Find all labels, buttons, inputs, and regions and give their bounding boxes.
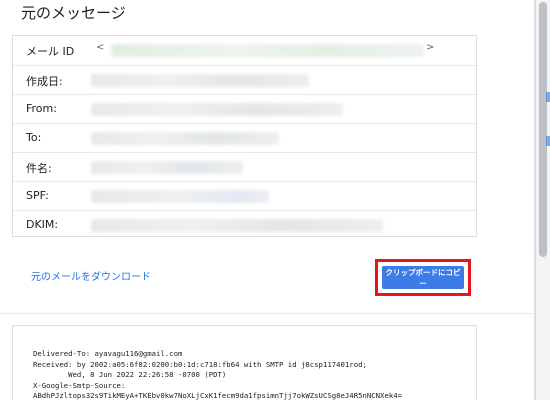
meta-row-to: To: (13, 123, 476, 152)
message-metadata-table: メール ID < > 作成日: From: To: 件名: SPF: DKIM: (12, 35, 477, 237)
source-line: Received: by 2002:a05:6f02:0200:b0:1d:c7… (33, 359, 367, 369)
meta-row-created: 作成日: (13, 65, 476, 94)
scrollbar-thumb[interactable] (539, 2, 547, 257)
meta-label-to: To: (26, 131, 42, 144)
source-line: Delivered-To: ayavagu116@gmail.com (33, 349, 183, 358)
bracket-open: < (96, 42, 105, 53)
copy-button-highlight: クリップボードにコピー (375, 259, 471, 296)
section-divider (0, 313, 535, 314)
redacted-message-id (111, 44, 424, 57)
copy-to-clipboard-button[interactable]: クリップボードにコピー (382, 266, 464, 289)
meta-label-dkim: DKIM: (26, 218, 59, 231)
meta-label-created: 作成日: (26, 75, 63, 88)
redacted-spf-result (91, 190, 269, 203)
source-line: ABdhPJzltops32s9TikMEyA+TKEbv0kw7NoXLjCx… (33, 391, 403, 400)
download-original-link[interactable]: 元のメールをダウンロード (31, 268, 151, 283)
meta-label-from: From: (26, 102, 57, 115)
redacted-created-date (91, 74, 309, 87)
meta-label-spf: SPF: (26, 189, 49, 202)
background-window-edge (546, 92, 550, 102)
original-message-window: 元のメッセージ メール ID < > 作成日: From: To: 件名: SP… (0, 0, 535, 400)
page-title: 元のメッセージ (21, 4, 126, 22)
redacted-dkim-result (91, 219, 383, 232)
meta-label-message-id: メール ID (26, 45, 75, 58)
source-line: X-Google-Smtp-Source: (33, 380, 126, 390)
meta-row-dkim: DKIM: (13, 210, 476, 239)
vertical-scrollbar[interactable] (535, 0, 550, 400)
raw-source-panel: Delivered-To: ayavagu116@gmail.com Receiv… (12, 325, 477, 400)
redacted-from-address (91, 103, 343, 116)
meta-row-subject: 件名: (13, 152, 476, 181)
meta-row-message-id: メール ID < > (13, 36, 476, 65)
redacted-to-address (91, 132, 279, 145)
background-window-edge (546, 136, 550, 146)
meta-row-spf: SPF: (13, 181, 476, 210)
bracket-close: > (426, 42, 435, 53)
raw-source-text[interactable]: Delivered-To: ayavagu116@gmail.com Receiv… (33, 349, 473, 400)
redacted-subject (91, 161, 243, 174)
meta-row-from: From: (13, 94, 476, 123)
source-line: Wed, 8 Jun 2022 22:26:58 -0700 (PDT) (33, 370, 227, 379)
meta-label-subject: 件名: (26, 162, 52, 175)
